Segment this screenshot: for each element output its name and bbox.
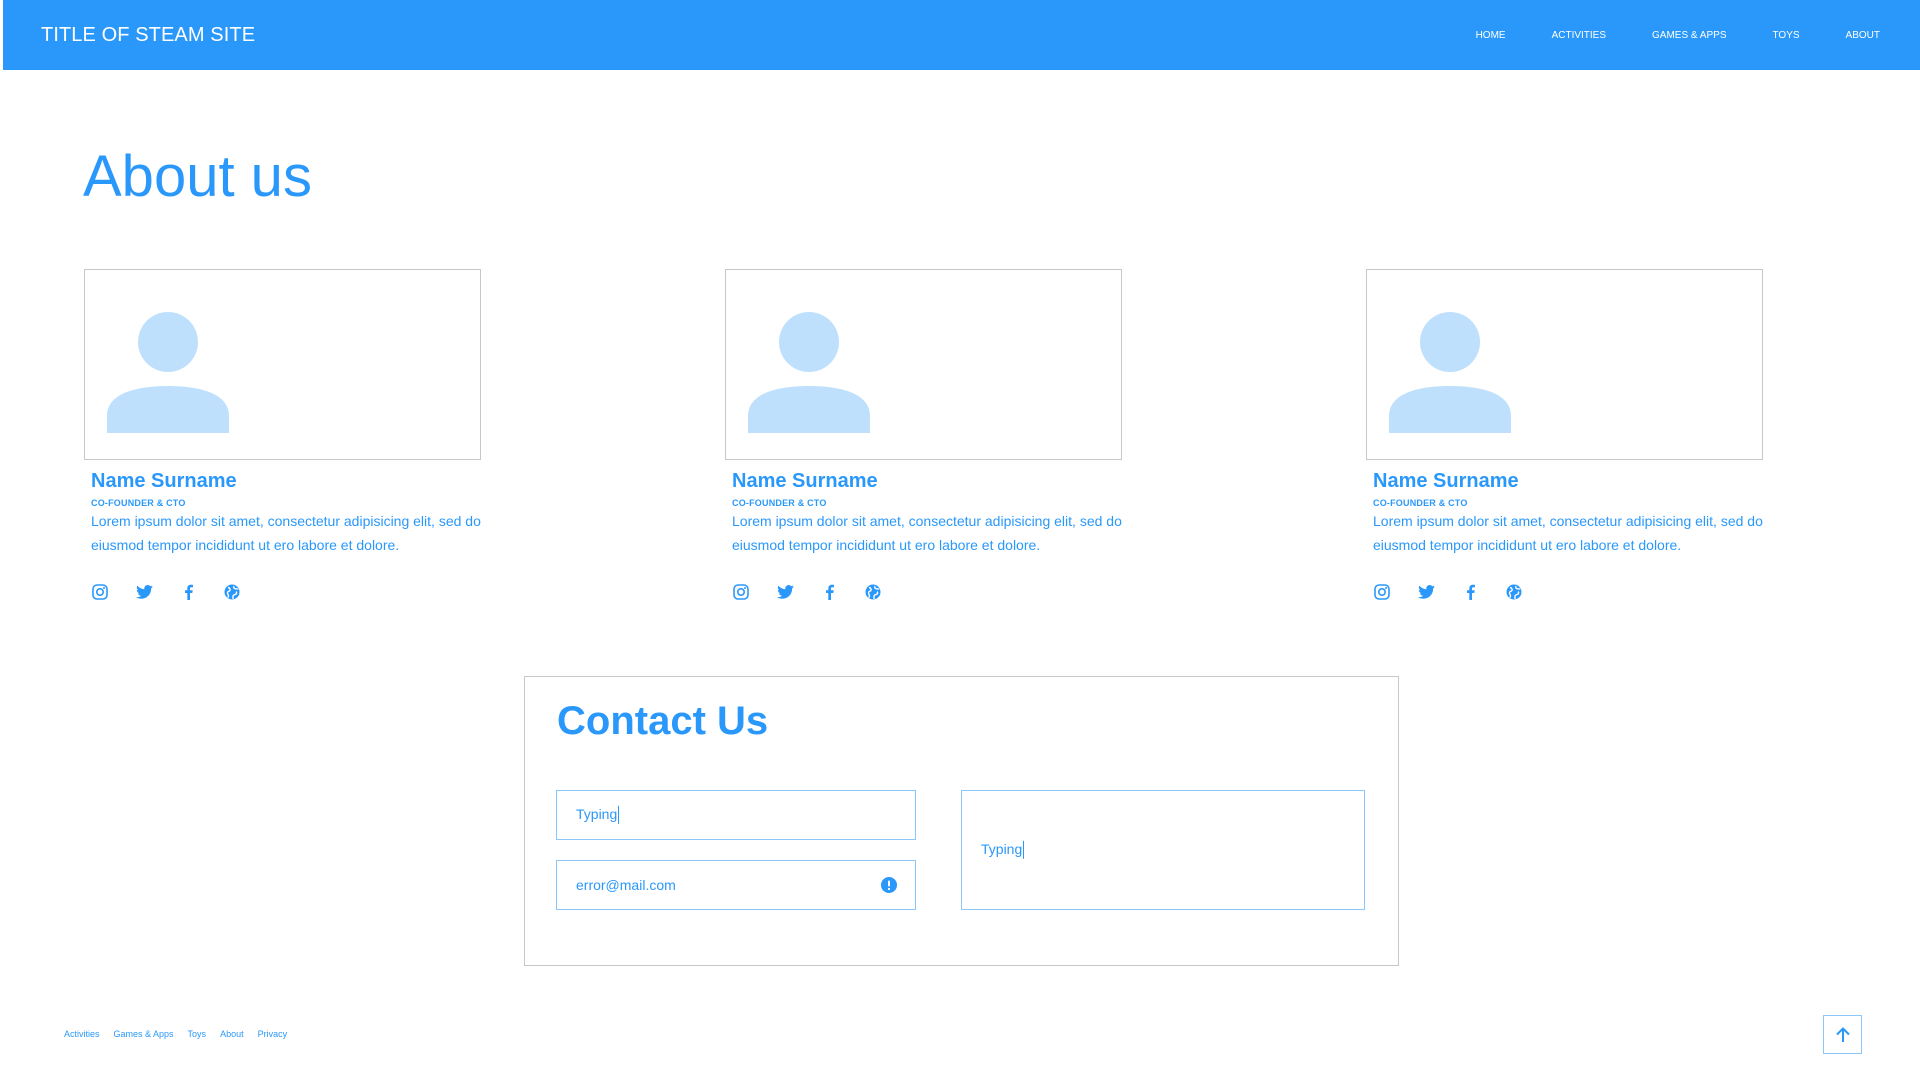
profile-photo — [1366, 269, 1763, 460]
nav-activities[interactable]: ACTIVITIES — [1552, 30, 1606, 41]
profile-photo — [725, 269, 1122, 460]
text-caret — [618, 806, 620, 825]
nav-toys[interactable]: TOYS — [1773, 30, 1800, 41]
nav-games-apps[interactable]: GAMES & APPS — [1652, 30, 1726, 41]
member-name: Name Surname — [91, 470, 237, 492]
member-role: CO-FOUNDER & CTO — [732, 498, 827, 508]
avatar-placeholder-icon — [1389, 312, 1511, 433]
globe-icon[interactable] — [223, 583, 241, 601]
team-card: Name Surname CO-FOUNDER & CTO Lorem ipsu… — [725, 269, 1145, 601]
name-field[interactable]: Typing — [556, 790, 916, 840]
footer-link-privacy[interactable]: Privacy — [258, 1029, 288, 1039]
twitter-icon[interactable] — [1417, 583, 1435, 601]
name-field-value: Typing — [576, 805, 618, 822]
facebook-icon[interactable] — [820, 583, 838, 601]
member-description: Lorem ipsum dolor sit amet, consectetur … — [91, 513, 481, 553]
facebook-icon[interactable] — [179, 583, 197, 601]
member-name: Name Surname — [732, 470, 878, 492]
message-field[interactable]: Typing — [961, 790, 1365, 910]
footer-link-activities[interactable]: Activities — [64, 1029, 100, 1039]
social-links — [91, 583, 504, 601]
social-links — [1373, 583, 1786, 601]
facebook-icon[interactable] — [1461, 583, 1479, 601]
email-field[interactable]: error@mail.com — [556, 860, 916, 910]
globe-icon[interactable] — [864, 583, 882, 601]
contact-form: Contact Us Typing error@mail.com Typing — [524, 676, 1399, 966]
twitter-icon[interactable] — [776, 583, 794, 601]
avatar-placeholder-icon — [107, 312, 229, 433]
contact-title: Contact Us — [557, 699, 769, 743]
footer-link-toys[interactable]: Toys — [188, 1029, 207, 1039]
nav-home[interactable]: HOME — [1476, 30, 1506, 41]
top-navbar: TITLE OF STEAM SITE HOME ACTIVITIES GAME… — [3, 0, 1920, 70]
member-description: Lorem ipsum dolor sit amet, consectetur … — [732, 513, 1122, 553]
profile-photo — [84, 269, 481, 460]
twitter-icon[interactable] — [135, 583, 153, 601]
scroll-to-top-button[interactable] — [1823, 1015, 1862, 1054]
member-role: CO-FOUNDER & CTO — [91, 498, 186, 508]
instagram-icon[interactable] — [732, 583, 750, 601]
instagram-icon[interactable] — [1373, 583, 1391, 601]
text-caret — [1023, 841, 1025, 860]
footer-links: Activities Games & Apps Toys About Priva… — [64, 1029, 287, 1039]
nav-about[interactable]: ABOUT — [1846, 30, 1880, 41]
avatar-placeholder-icon — [748, 312, 870, 433]
social-links — [732, 583, 1145, 601]
footer-link-games-apps[interactable]: Games & Apps — [114, 1029, 174, 1039]
member-role: CO-FOUNDER & CTO — [1373, 498, 1468, 508]
instagram-icon[interactable] — [91, 583, 109, 601]
message-field-value: Typing — [981, 840, 1023, 857]
team-card: Name Surname CO-FOUNDER & CTO Lorem ipsu… — [84, 269, 504, 601]
team-card: Name Surname CO-FOUNDER & CTO Lorem ipsu… — [1366, 269, 1786, 601]
email-field-value: error@mail.com — [576, 877, 676, 893]
nav-menu: HOME ACTIVITIES GAMES & APPS TOYS ABOUT — [1476, 30, 1880, 41]
footer-link-about[interactable]: About — [220, 1029, 244, 1039]
member-description: Lorem ipsum dolor sit amet, consectetur … — [1373, 513, 1763, 553]
globe-icon[interactable] — [1505, 583, 1523, 601]
site-title[interactable]: TITLE OF STEAM SITE — [41, 24, 255, 47]
error-icon — [881, 877, 897, 893]
page-title: About us — [83, 144, 312, 209]
arrow-up-icon — [1835, 1026, 1850, 1042]
member-name: Name Surname — [1373, 470, 1519, 492]
